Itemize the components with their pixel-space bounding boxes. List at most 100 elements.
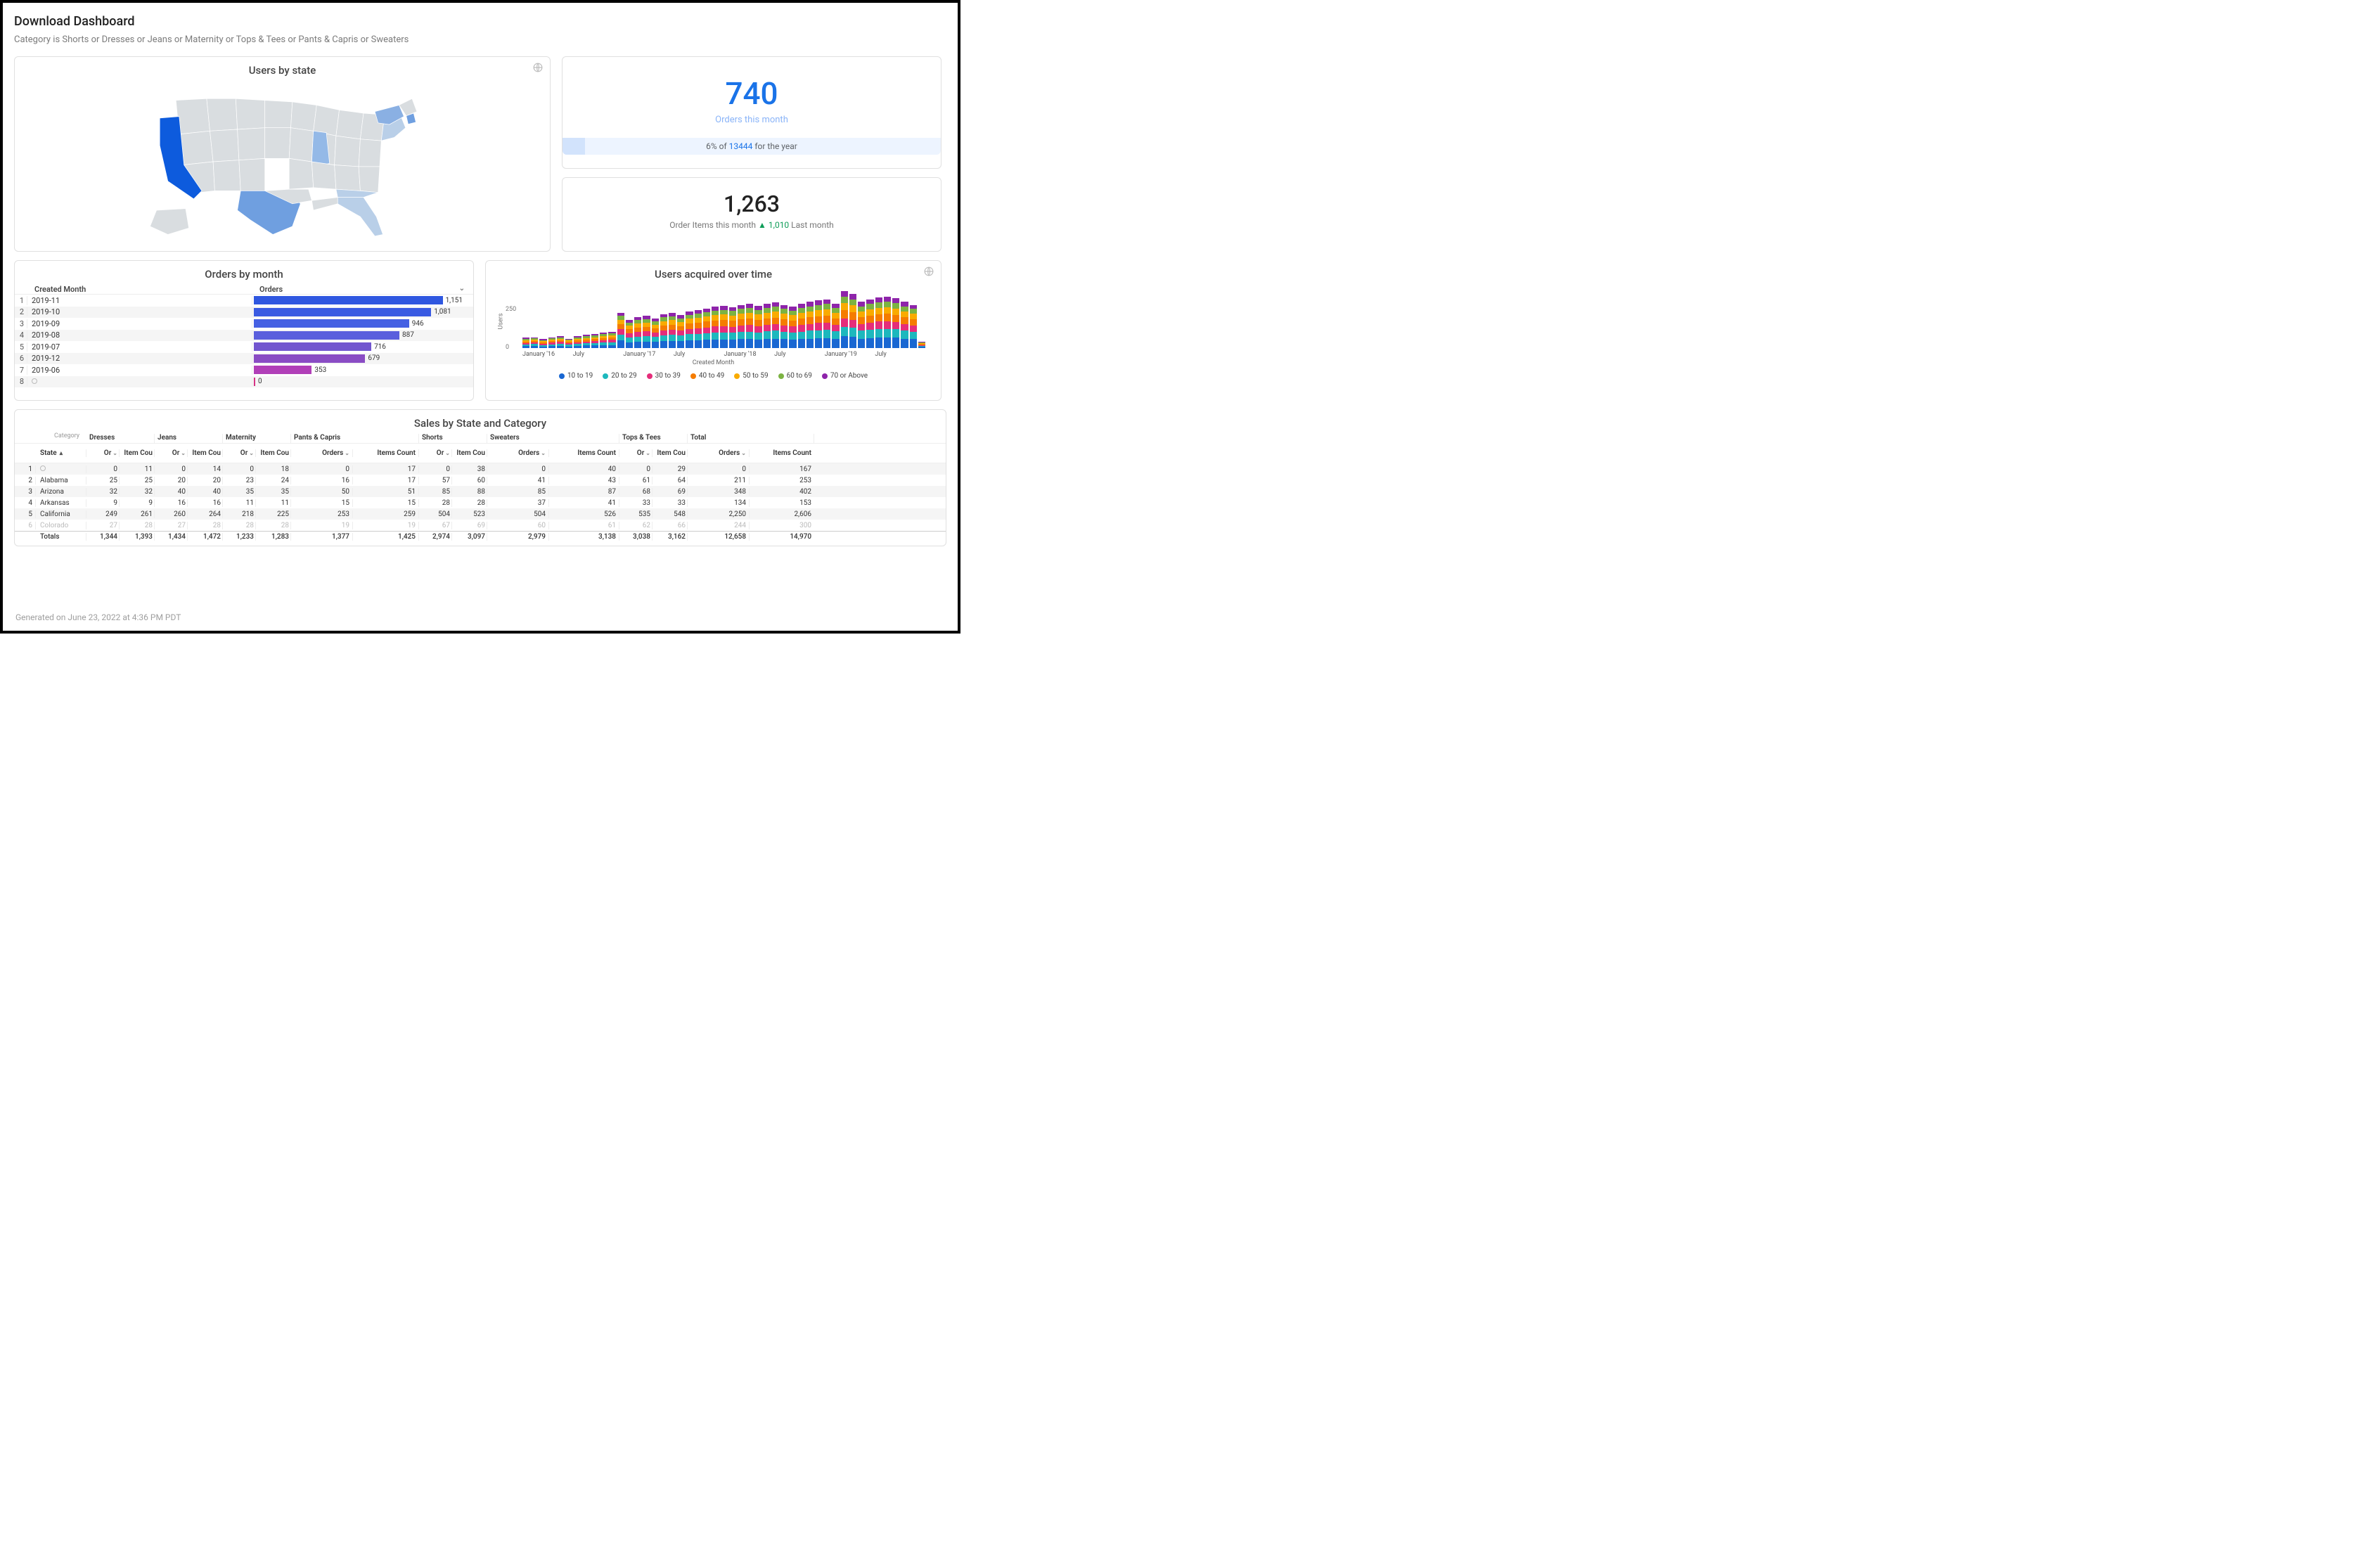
sales-col-state[interactable]: State▴: [36, 449, 86, 457]
sales-col-header[interactable]: Items Count: [353, 449, 419, 457]
sales-catgroup[interactable]: Pants & Capris: [291, 434, 419, 443]
sales-catgroup[interactable]: Tops & Tees: [619, 434, 688, 443]
uat-column[interactable]: [780, 305, 788, 348]
uat-column[interactable]: [548, 338, 555, 348]
uat-column[interactable]: [892, 298, 899, 348]
uat-xlabel: Created Month: [486, 359, 941, 366]
uat-column[interactable]: [669, 313, 676, 348]
sales-catgroup[interactable]: Sweaters: [487, 434, 619, 443]
uat-column[interactable]: [531, 338, 538, 348]
uat-column[interactable]: [574, 336, 581, 348]
uat-column[interactable]: [901, 302, 908, 348]
uat-column[interactable]: [617, 313, 624, 348]
uat-column[interactable]: [918, 342, 925, 348]
legend-item[interactable]: 20 to 29: [603, 372, 636, 380]
uat-column[interactable]: [539, 339, 546, 348]
obm-row[interactable]: 80: [15, 376, 473, 388]
uat-column[interactable]: [695, 310, 702, 348]
uat-column[interactable]: [772, 302, 779, 348]
uat-column[interactable]: [703, 309, 710, 348]
sales-col-header[interactable]: Orders⌄: [688, 449, 750, 457]
uat-column[interactable]: [806, 302, 814, 348]
uat-column[interactable]: [660, 314, 667, 348]
sales-col-header[interactable]: Item Cou: [188, 449, 223, 457]
uat-column[interactable]: [712, 307, 719, 348]
legend-item[interactable]: 40 to 49: [690, 372, 724, 380]
uat-column[interactable]: [754, 306, 761, 348]
sales-col-header[interactable]: Item Cou: [256, 449, 291, 457]
obm-row[interactable]: 32019-09946: [15, 318, 473, 330]
obm-row[interactable]: 52019-07716: [15, 341, 473, 353]
uat-column[interactable]: [823, 300, 830, 348]
sales-col-header[interactable]: Or⌄: [223, 449, 256, 457]
legend-item[interactable]: 10 to 19: [559, 372, 593, 380]
uat-column[interactable]: [832, 304, 839, 348]
obm-row[interactable]: 62019-12679: [15, 353, 473, 365]
obm-row[interactable]: 22019-101,081: [15, 307, 473, 319]
obm-row[interactable]: 42019-08887: [15, 330, 473, 342]
sales-col-header[interactable]: Or⌄: [86, 449, 120, 457]
obm-value: 353: [314, 366, 326, 374]
sales-col-header[interactable]: Item Cou: [120, 449, 155, 457]
uat-column[interactable]: [738, 305, 745, 348]
obm-value: 716: [374, 343, 386, 351]
sales-col-header[interactable]: Or⌄: [619, 449, 653, 457]
uat-column[interactable]: [557, 336, 564, 348]
table-row[interactable]: 2Alabama25252020232416175760414361642112…: [15, 475, 946, 486]
sales-col-header[interactable]: Orders⌄: [487, 449, 549, 457]
uat-column[interactable]: [565, 339, 572, 348]
uat-column[interactable]: [634, 317, 641, 348]
sales-catgroup[interactable]: Maternity: [223, 434, 291, 443]
sales-col-header[interactable]: Or⌄: [419, 449, 452, 457]
legend-item[interactable]: 30 to 39: [647, 372, 681, 380]
obm-col-created-month[interactable]: Created Month: [30, 285, 255, 294]
table-row[interactable]: 4Arkansas9916161111151528283741333313415…: [15, 497, 946, 508]
uat-column[interactable]: [686, 311, 693, 348]
table-row[interactable]: 6Colorado2728272828281919676960616266244…: [15, 520, 946, 531]
sales-col-header[interactable]: Item Cou: [653, 449, 688, 457]
uat-column[interactable]: [764, 304, 771, 348]
legend-item[interactable]: 60 to 69: [778, 372, 812, 380]
uat-column[interactable]: [677, 315, 684, 348]
uat-column[interactable]: [522, 338, 529, 348]
uat-column[interactable]: [875, 297, 882, 348]
legend-item[interactable]: 70 or Above: [822, 372, 868, 380]
uat-column[interactable]: [600, 333, 607, 348]
obm-col-orders[interactable]: Orders ⌄: [255, 285, 470, 294]
uat-column[interactable]: [858, 302, 865, 348]
sales-col-header[interactable]: Or⌄: [155, 449, 188, 457]
table-row[interactable]: 3Arizona32324040353550518588858768693484…: [15, 486, 946, 497]
sales-col-header[interactable]: Items Count: [549, 449, 619, 457]
sales-catgroup[interactable]: Shorts: [419, 434, 487, 443]
uat-column[interactable]: [789, 307, 796, 348]
uat-column[interactable]: [608, 332, 615, 348]
table-row[interactable]: 10110140180170380400290167: [15, 463, 946, 475]
legend-item[interactable]: 50 to 59: [734, 372, 768, 380]
uat-column[interactable]: [849, 294, 856, 348]
obm-row[interactable]: 12019-111,151: [15, 295, 473, 307]
uat-column[interactable]: [643, 316, 650, 348]
uat-column[interactable]: [815, 300, 822, 348]
uat-column[interactable]: [866, 300, 873, 348]
uat-column[interactable]: [583, 335, 590, 348]
uat-column[interactable]: [720, 306, 727, 348]
uat-column[interactable]: [884, 297, 891, 348]
uat-column[interactable]: [910, 305, 917, 348]
sales-col-header[interactable]: Orders⌄: [291, 449, 353, 457]
table-row[interactable]: 5California24926126026421822525325950452…: [15, 508, 946, 520]
sales-col-header[interactable]: Items Count: [750, 449, 814, 457]
uat-column[interactable]: [746, 304, 753, 348]
sales-col-header[interactable]: Item Cou: [452, 449, 487, 457]
uat-column[interactable]: [841, 291, 848, 348]
uat-column[interactable]: [652, 319, 659, 348]
uat-column[interactable]: [591, 334, 598, 348]
obm-row[interactable]: 72019-06353: [15, 364, 473, 376]
sales-catgroup[interactable]: Total: [688, 434, 814, 443]
uat-bars[interactable]: [522, 285, 925, 348]
sales-catgroup[interactable]: Dresses: [86, 434, 155, 443]
sales-catgroup[interactable]: Jeans: [155, 434, 223, 443]
uat-column[interactable]: [729, 307, 736, 348]
uat-column[interactable]: [798, 304, 805, 348]
us-map[interactable]: [93, 81, 473, 243]
uat-column[interactable]: [626, 320, 633, 348]
